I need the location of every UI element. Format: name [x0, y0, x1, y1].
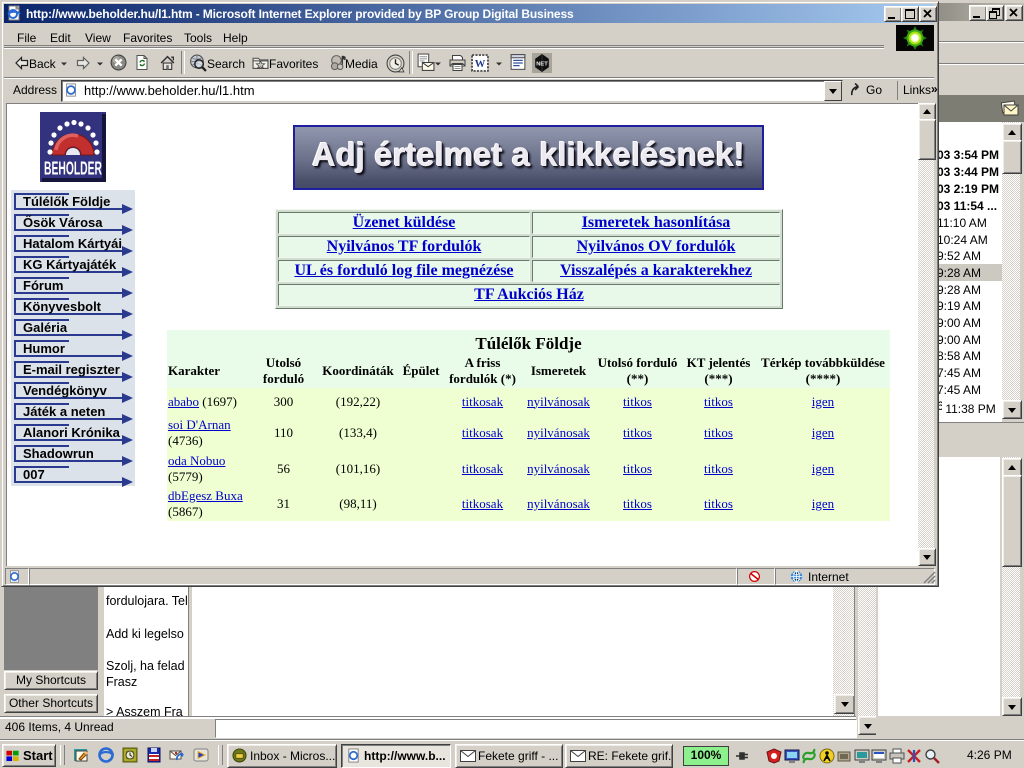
- svg-text:BEHOLDER: BEHOLDER: [44, 157, 102, 178]
- svg-text:W: W: [475, 59, 486, 70]
- svg-text:NET: NET: [536, 62, 548, 68]
